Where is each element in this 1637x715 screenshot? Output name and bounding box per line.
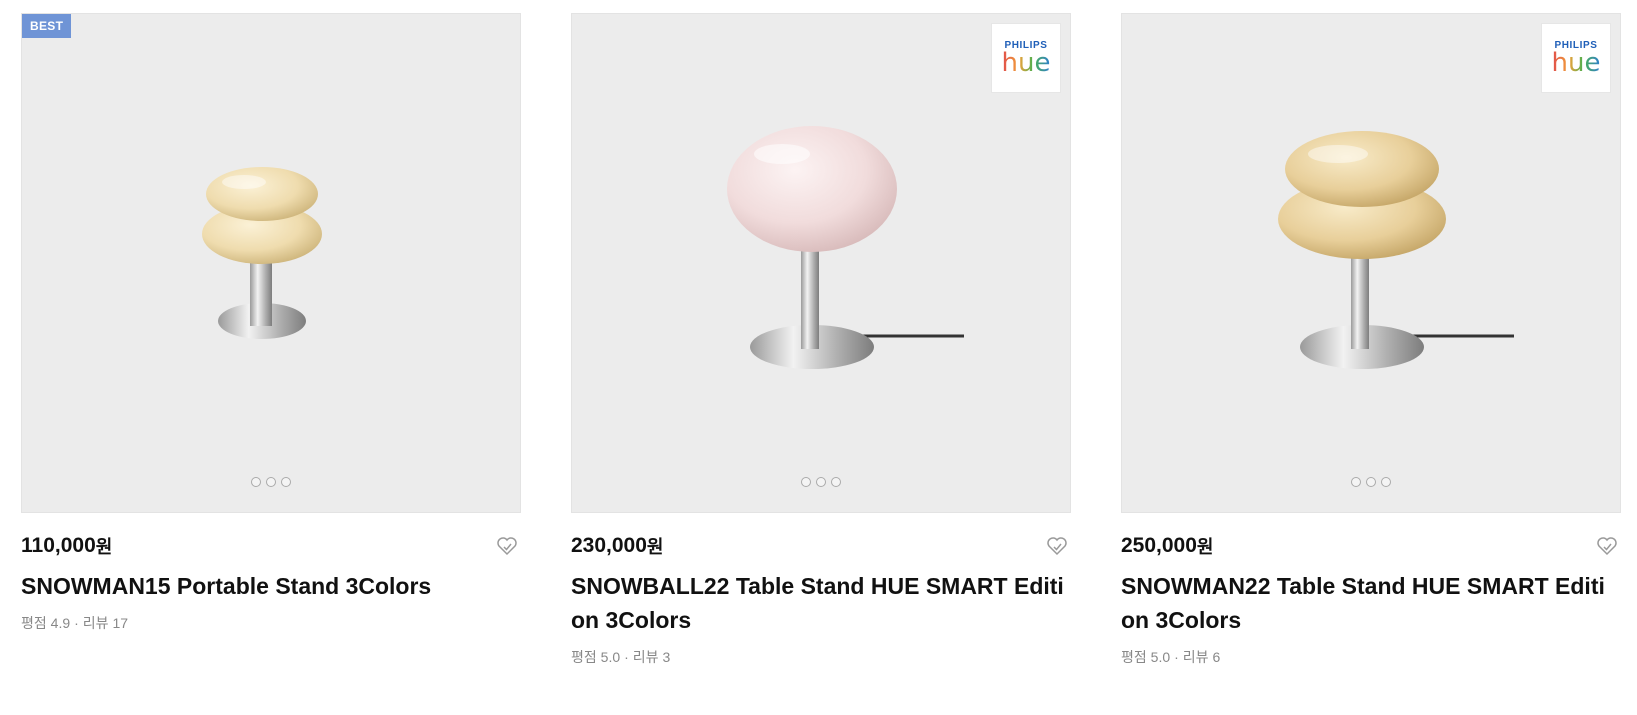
product-info: 230,000 원 SNOWBALL22 Table Stand HUE SMA… bbox=[571, 513, 1071, 667]
meta-separator: · bbox=[1174, 649, 1179, 665]
rating-label: 평점 bbox=[571, 649, 597, 665]
lamp-snowball22-image bbox=[727, 126, 964, 369]
review-label: 리뷰 bbox=[1182, 649, 1209, 665]
product-title[interactable]: SNOWMAN15 Portable Stand 3Colors bbox=[21, 569, 516, 603]
carousel-dot-icon[interactable] bbox=[281, 477, 291, 487]
carousel-dot-icon[interactable] bbox=[801, 477, 811, 487]
product-price: 110,000 bbox=[21, 534, 96, 557]
product-card[interactable]: PHILIPS hue bbox=[571, 13, 1071, 667]
product-card[interactable]: BEST 110,000 원 SNOWMAN15 Portable Stand … bbox=[21, 13, 521, 633]
image-carousel-dots bbox=[22, 477, 520, 487]
product-image[interactable]: BEST bbox=[21, 13, 521, 513]
product-card[interactable]: PHILIPS hue bbox=[1121, 13, 1621, 667]
image-carousel-dots bbox=[1122, 477, 1620, 487]
rating-label: 평점 bbox=[1121, 649, 1147, 665]
review-count: 3 bbox=[662, 649, 671, 665]
product-meta: 평점 4.9 · 리뷰 17 bbox=[21, 613, 521, 633]
heart-outline-icon[interactable] bbox=[1595, 534, 1619, 558]
product-meta: 평점 5.0 · 리뷰 6 bbox=[1121, 647, 1621, 667]
carousel-dot-icon[interactable] bbox=[1381, 477, 1391, 487]
lamp-snowman15-image bbox=[202, 167, 322, 339]
lamp-snowman22-image bbox=[1278, 131, 1514, 369]
product-price: 230,000 bbox=[571, 534, 647, 557]
rating-value: 5.0 bbox=[600, 649, 621, 665]
product-info: 110,000 원 SNOWMAN15 Portable Stand 3Colo… bbox=[21, 513, 521, 633]
currency-label: 원 bbox=[646, 537, 664, 557]
product-title[interactable]: SNOWMAN22 Table Stand HUE SMART Edition … bbox=[1121, 569, 1616, 637]
review-label: 리뷰 bbox=[82, 615, 109, 631]
carousel-dot-icon[interactable] bbox=[266, 477, 276, 487]
carousel-dot-icon[interactable] bbox=[831, 477, 841, 487]
currency-label: 원 bbox=[95, 537, 113, 557]
product-image[interactable]: PHILIPS hue bbox=[571, 13, 1071, 513]
carousel-dot-icon[interactable] bbox=[816, 477, 826, 487]
heart-outline-icon[interactable] bbox=[1045, 534, 1069, 558]
price-row: 230,000 원 bbox=[571, 533, 1071, 559]
review-count: 17 bbox=[112, 615, 129, 631]
product-title[interactable]: SNOWBALL22 Table Stand HUE SMART Edition… bbox=[571, 569, 1066, 637]
product-price: 250,000 bbox=[1121, 534, 1197, 557]
price-row: 250,000 원 bbox=[1121, 533, 1621, 559]
product-meta: 평점 5.0 · 리뷰 3 bbox=[571, 647, 1071, 667]
carousel-dot-icon[interactable] bbox=[1366, 477, 1376, 487]
review-label: 리뷰 bbox=[632, 649, 659, 665]
meta-separator: · bbox=[74, 615, 79, 631]
carousel-dot-icon[interactable] bbox=[251, 477, 261, 487]
product-grid: BEST 110,000 원 SNOWMAN15 Portable Stand … bbox=[0, 0, 1637, 715]
price-row: 110,000 원 bbox=[21, 533, 521, 559]
rating-value: 5.0 bbox=[1150, 649, 1171, 665]
currency-label: 원 bbox=[1196, 537, 1214, 557]
image-carousel-dots bbox=[572, 477, 1070, 487]
rating-value: 4.9 bbox=[50, 615, 71, 631]
product-image[interactable]: PHILIPS hue bbox=[1121, 13, 1621, 513]
product-info: 250,000 원 SNOWMAN22 Table Stand HUE SMAR… bbox=[1121, 513, 1621, 667]
carousel-dot-icon[interactable] bbox=[1351, 477, 1361, 487]
review-count: 6 bbox=[1212, 649, 1221, 665]
meta-separator: · bbox=[624, 649, 629, 665]
heart-outline-icon[interactable] bbox=[495, 534, 519, 558]
rating-label: 평점 bbox=[21, 615, 47, 631]
